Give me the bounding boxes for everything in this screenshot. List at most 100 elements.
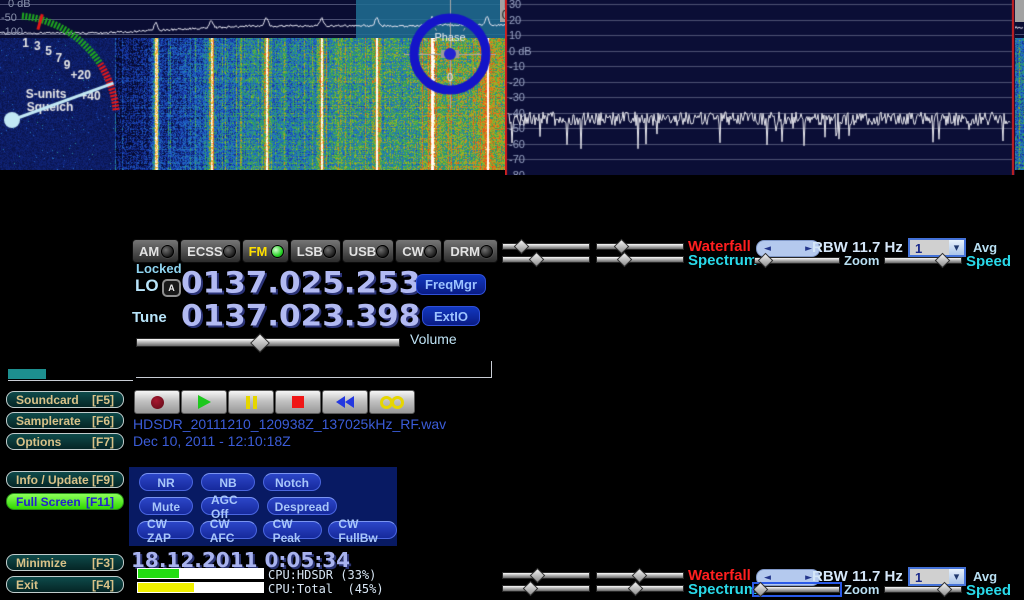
waterfall-upper-limit-slider[interactable] [502,241,590,252]
hdsdr-main-window: 0 dB -50 -100 Soundcard[F5] Samplerate[F… [0,0,1024,600]
button-label: Soundcard [16,393,79,407]
spectrum-label-2: Spectrum [688,581,757,598]
slider-thumb[interactable] [934,253,950,269]
slider-thumb[interactable] [522,581,538,597]
lo-label: LO [135,276,159,296]
loop-icon [380,396,404,409]
waterfall-upper-limit-slider-2[interactable] [502,570,590,581]
slider-thumb[interactable] [937,582,953,598]
record-button[interactable] [134,390,180,414]
spectrum-lower-limit-slider-2[interactable] [596,583,684,594]
mode-led-icon [323,245,336,258]
cw-zap-button[interactable]: CW ZAP [137,521,194,539]
spectrum-lower-limit-slider[interactable] [596,254,684,265]
slider-thumb[interactable] [758,253,774,269]
mode-usb-button[interactable]: USB [342,239,394,263]
slider-thumb[interactable] [627,581,643,597]
lo-frequency-value[interactable]: 0137.025.253 [181,266,420,300]
spectrum-upper-limit-slider-2[interactable] [502,583,590,594]
volume-slider[interactable] [136,336,400,349]
mode-label: USB [349,244,376,259]
squelch-level-bar[interactable] [8,369,46,379]
group-line-h [136,377,492,378]
cw-afc-button[interactable]: CW AFC [200,521,257,539]
phase-indicator [404,0,496,108]
mode-cw-button[interactable]: CW [395,239,442,263]
freqmgr-button[interactable]: FreqMgr [416,274,486,295]
mode-lsb-button[interactable]: LSB [290,239,341,263]
samplerate-button[interactable]: Samplerate[F6] [6,412,124,429]
speed-label: Speed [966,253,1011,270]
cw-peak-button[interactable]: CW Peak [263,521,323,539]
locked-status: Locked [136,261,182,276]
slider-thumb[interactable] [528,252,544,268]
right-arrow-icon[interactable]: ► [805,244,812,254]
mode-button-row: AM ECSS FM LSB USB CW DRM [132,239,498,263]
cpu-hdsdr-label: CPU:HDSDR (33%) [268,568,376,582]
speed-slider-2[interactable] [884,584,962,595]
mute-button[interactable]: Mute [139,497,193,515]
full-screen-button[interactable]: Full Screen[F11] [6,493,124,510]
notch-button[interactable]: Notch [263,473,321,491]
zoom-slider[interactable] [754,255,840,266]
mode-am-button[interactable]: AM [132,239,179,263]
nr-button[interactable]: NR [139,473,193,491]
despread-button[interactable]: Despread [267,497,337,515]
extio-button[interactable]: ExtIO [422,306,480,326]
button-hotkey: [F11] [86,495,114,509]
loop-button[interactable] [369,390,415,414]
slider-thumb[interactable] [513,239,529,255]
left-arrow-icon[interactable]: ◄ [764,573,771,583]
button-label: Samplerate [16,414,81,428]
spectrum-label: Spectrum [688,252,757,269]
meter-group-underline [8,380,133,381]
slider-thumb[interactable] [616,252,632,268]
cw-fullbw-button[interactable]: CW FullBw [328,521,397,539]
mode-ecss-button[interactable]: ECSS [180,239,240,263]
mode-label: DRM [450,244,480,259]
button-hotkey: [F5] [92,393,114,407]
cpu-total-label: CPU:Total (45%) [268,582,384,596]
af-spectrum-display[interactable] [505,0,1015,175]
nb-button[interactable]: NB [201,473,255,491]
rewind-button[interactable] [322,390,368,414]
waterfall-lower-limit-slider[interactable] [596,241,684,252]
mode-label: ECSS [187,244,222,259]
soundcard-button[interactable]: Soundcard [F5] [6,391,124,408]
cpu-total-fill [138,583,194,592]
button-label: Info / Update [16,473,89,487]
info-update-button[interactable]: Info / Update[F9] [6,471,124,488]
tune-frequency-value[interactable]: 0137.023.398 [181,299,420,333]
lo-auto-badge[interactable]: A [162,279,181,297]
mode-led-icon [376,245,389,258]
record-icon [151,396,164,409]
waterfall-lower-limit-slider-2[interactable] [596,570,684,581]
zoom-label-2: Zoom [844,582,879,597]
button-hotkey: [F4] [92,578,114,592]
slider-thumb[interactable] [250,333,270,353]
chevron-down-icon[interactable]: ▾ [949,569,964,584]
slider-thumb[interactable] [753,582,769,598]
mode-fm-button[interactable]: FM [242,239,289,263]
mode-drm-button[interactable]: DRM [443,239,498,263]
volume-label: Volume [410,331,457,347]
minimize-button[interactable]: Minimize[F3] [6,554,124,571]
stop-button[interactable] [275,390,321,414]
slider-thumb[interactable] [530,568,546,584]
zoom-slider-2[interactable] [754,584,840,595]
dsp-panel: NR NB Notch Mute AGC Off Despread CW ZAP… [129,467,397,546]
options-button[interactable]: Options[F7] [6,433,124,450]
chevron-down-icon[interactable]: ▾ [949,240,964,255]
recording-date: Dec 10, 2011 - 12:10:18Z [133,433,291,449]
spectrum-upper-limit-slider[interactable] [502,254,590,265]
recording-filename: HDSDR_20111210_120938Z_137025kHz_RF.wav [133,416,446,432]
play-button[interactable] [181,390,227,414]
stop-icon [292,396,304,408]
right-arrow-icon[interactable]: ► [805,573,812,583]
exit-button[interactable]: Exit[F4] [6,576,124,593]
group-line-v [491,361,492,378]
agc-off-button[interactable]: AGC Off [201,497,259,515]
slider-thumb[interactable] [614,239,630,255]
pause-button[interactable] [228,390,274,414]
speed-slider[interactable] [884,255,962,266]
